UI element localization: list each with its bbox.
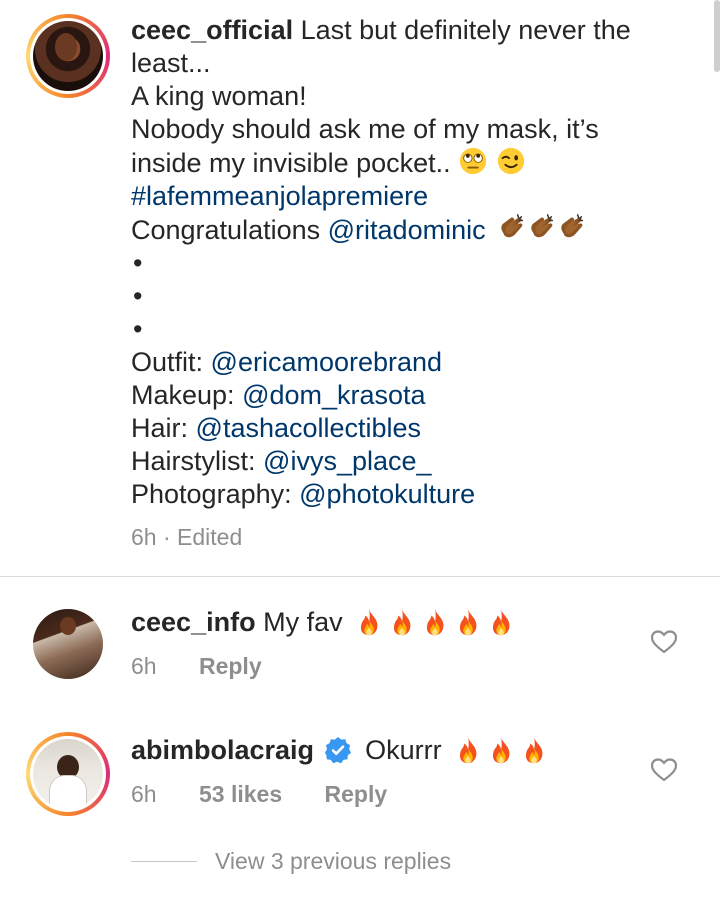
caption-divider — [0, 576, 720, 577]
comment-username[interactable]: abimbolacraig — [131, 735, 314, 765]
reply-button[interactable]: Reply — [325, 781, 388, 807]
credit-label: Photography: — [131, 479, 292, 509]
post-meta: 6h · Edited — [131, 524, 242, 551]
replies-indent-line — [131, 861, 197, 862]
credit-label: Outfit: — [131, 347, 204, 377]
fire-emoji-icon — [486, 607, 516, 637]
fire-emoji-group — [453, 735, 552, 769]
comment-text: Okurrr — [365, 735, 442, 765]
post-author-username[interactable]: ceec_official — [131, 15, 293, 45]
fire-emoji-icon — [420, 607, 450, 637]
caption-text: least... — [131, 48, 211, 78]
credit-label: Makeup: — [131, 380, 235, 410]
comment-text: My fav — [263, 607, 343, 637]
fire-emoji-icon — [453, 607, 483, 637]
view-replies-label: View 3 previous replies — [215, 848, 452, 874]
hashtag-link[interactable]: #lafemmeanjolapremiere — [131, 180, 691, 213]
avatar-face-shape — [55, 33, 77, 61]
caption-text: A king woman! — [131, 81, 307, 111]
verified-badge-icon — [324, 737, 351, 764]
fire-emoji-icon — [387, 607, 417, 637]
comment-body: abimbolacraig Okurrr — [131, 734, 552, 769]
comment-time: 6h — [131, 653, 157, 679]
comment-time: 6h — [131, 781, 157, 807]
view-previous-replies-button[interactable]: View 3 previous replies — [131, 848, 451, 875]
clapping-hands-emoji-icon — [497, 213, 527, 243]
heart-outline-icon[interactable] — [651, 758, 677, 782]
caption-text: Congratulations — [131, 215, 321, 245]
mention-link-ivys-place[interactable]: @ivys_place_ — [263, 446, 432, 476]
mention-link-photokulture[interactable]: @photokulture — [299, 479, 475, 509]
fire-emoji-icon — [354, 607, 384, 637]
bullet-separator: • — [133, 281, 143, 311]
post-author-avatar[interactable] — [26, 14, 110, 98]
credit-label: Hairstylist: — [131, 446, 256, 476]
comment-username[interactable]: ceec_info — [131, 607, 256, 637]
caption-text: Last but definitely never the — [300, 15, 631, 45]
comment-author-avatar[interactable] — [33, 609, 103, 679]
rolling-eyes-emoji-icon — [460, 147, 487, 175]
fire-emoji-icon — [519, 735, 549, 765]
caption-text: inside my invisible pocket.. — [131, 148, 451, 178]
bullet-separator: • — [133, 248, 143, 278]
mention-link-tashacollectibles[interactable]: @tashacollectibles — [196, 413, 422, 443]
post-time: 6h — [131, 524, 157, 550]
avatar-body-shape — [49, 775, 87, 809]
meta-separator: · — [162, 524, 171, 550]
comment-meta: 6h 53 likes Reply — [131, 781, 387, 808]
credit-label: Hair: — [131, 413, 189, 443]
clapping-hands-emoji-icon — [527, 213, 557, 243]
caption-text: Nobody should ask me of my mask, it’s — [131, 114, 599, 144]
post-caption: ceec_official Last but definitely never … — [131, 14, 691, 511]
fire-emoji-icon — [453, 735, 483, 765]
scrollbar-thumb[interactable] — [714, 0, 720, 72]
comment-body: ceec_info My fav — [131, 606, 519, 641]
mention-link-ritadominic[interactable]: @ritadominic — [328, 215, 486, 245]
avatar-face-shape — [60, 617, 76, 635]
heart-outline-icon[interactable] — [651, 630, 677, 654]
mention-link-ericamoorebrand[interactable]: @ericamoorebrand — [211, 347, 443, 377]
fire-emoji-icon — [486, 735, 516, 765]
comment-author-avatar[interactable] — [26, 732, 110, 816]
likes-count-button[interactable]: 53 likes — [199, 781, 282, 807]
reply-button[interactable]: Reply — [199, 653, 262, 679]
edited-label: Edited — [177, 524, 243, 550]
mention-link-dom-krasota[interactable]: @dom_krasota — [242, 380, 426, 410]
clapping-hands-emoji-icon — [557, 213, 587, 243]
winking-face-emoji-icon — [497, 147, 524, 175]
bullet-separator: • — [133, 314, 143, 344]
comment-meta: 6h Reply — [131, 653, 262, 680]
fire-emoji-group — [354, 607, 519, 641]
